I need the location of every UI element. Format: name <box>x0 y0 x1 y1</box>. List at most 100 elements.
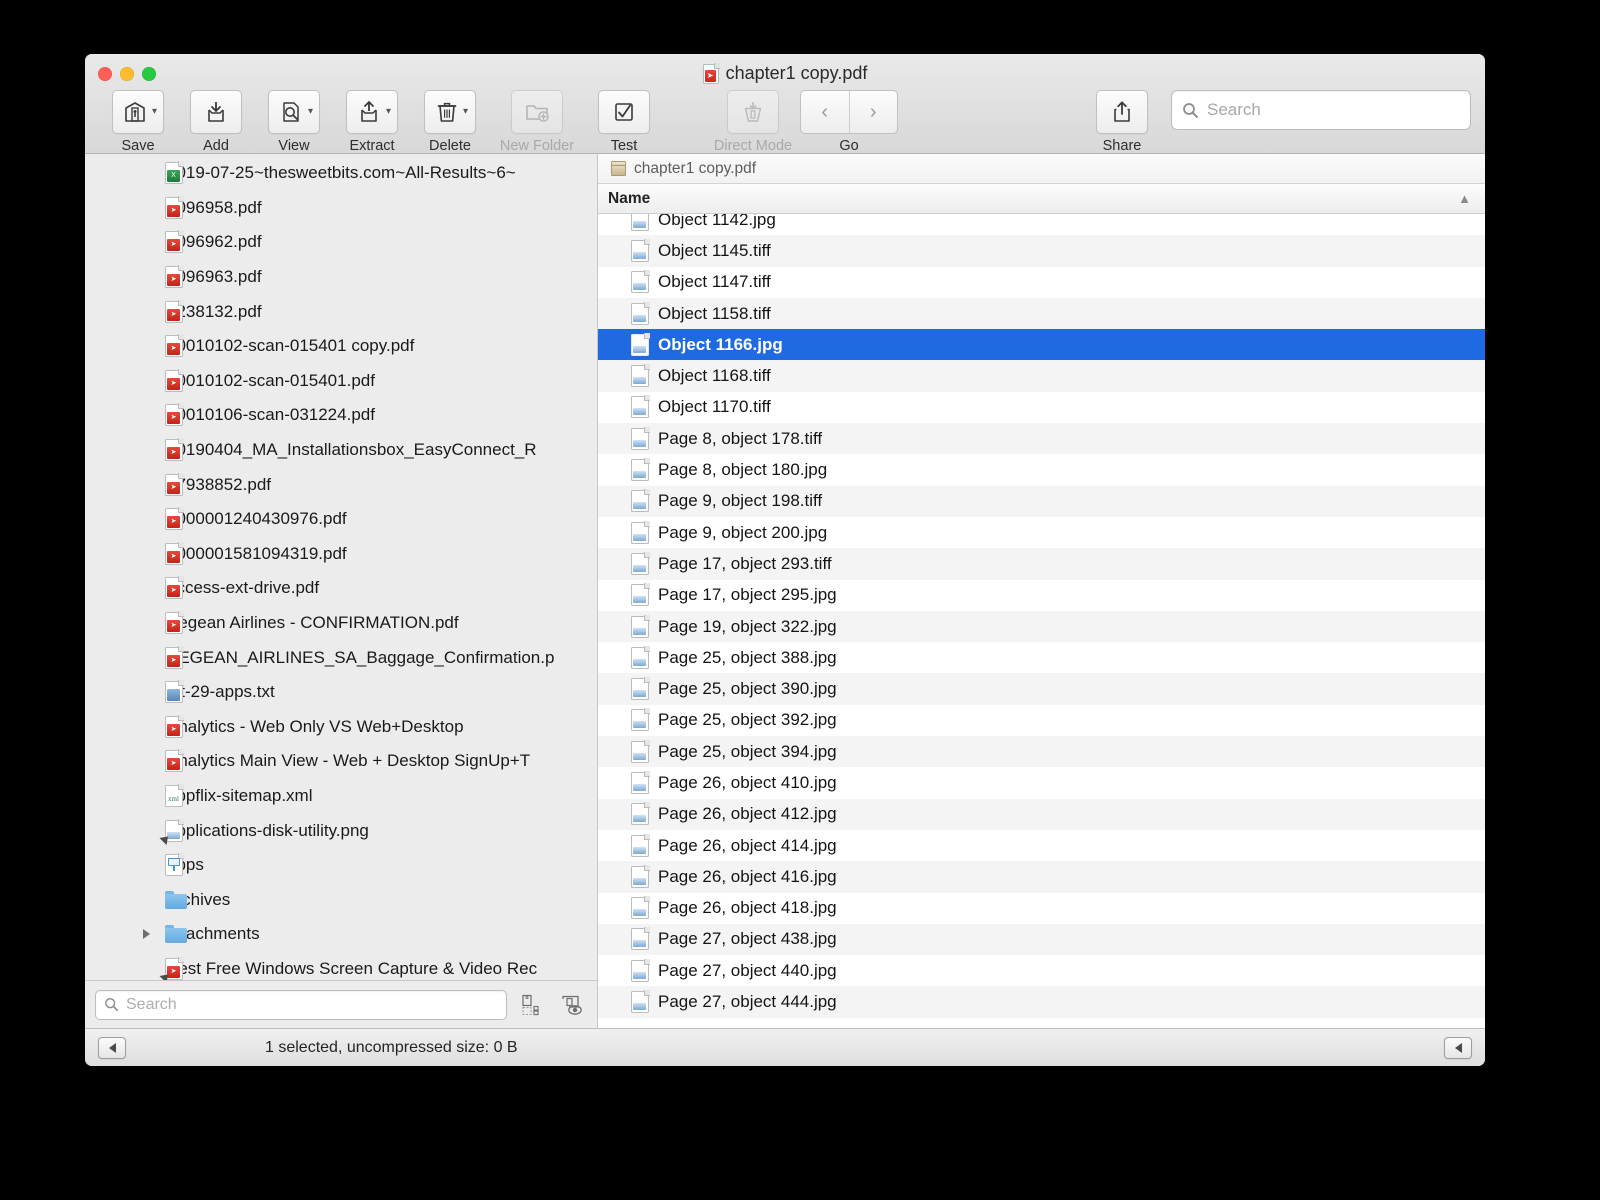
sidebar-search-input[interactable]: Search <box>95 989 507 1020</box>
archive-entry-row[interactable]: Page 19, object 322.jpg <box>598 610 1485 643</box>
toolbar-test[interactable]: Test <box>585 90 663 154</box>
file-browser-row[interactable]: ➤ 1096958.pdf <box>85 191 597 226</box>
file-browser-row[interactable]: ➤ 27938852.pdf <box>85 467 597 502</box>
file-browser-row[interactable]: apps <box>85 848 597 883</box>
archive-entry-row[interactable]: Page 26, object 418.jpg <box>598 893 1485 924</box>
archive-entry-row[interactable]: Page 25, object 390.jpg <box>598 673 1485 705</box>
archive-entry-row[interactable]: Page 9, object 200.jpg <box>598 517 1485 548</box>
toolbar-delete-label: Delete <box>429 138 471 154</box>
archive-entry-row[interactable]: Page 26, object 410.jpg <box>598 767 1485 798</box>
delete-button[interactable]: ▾ <box>424 90 476 134</box>
toolbar-extract-label: Extract <box>349 138 395 154</box>
file-browser-row-label: access-ext-drive.pdf <box>167 578 320 598</box>
file-browser-row[interactable]: ➤ 20010102-scan-015401 copy.pdf <box>85 329 597 364</box>
archive-layout-button[interactable] <box>517 990 547 1020</box>
collapse-right-pane-button[interactable] <box>1444 1036 1472 1059</box>
file-browser-row[interactable]: ➤ 20190404_MA_Installationsbox_EasyConnec… <box>85 433 597 468</box>
archive-entry-row[interactable]: Object 1145.tiff <box>598 235 1485 267</box>
go-forward-button[interactable]: › <box>850 91 898 133</box>
file-browser-row[interactable]: ➤ 1096963.pdf <box>85 260 597 295</box>
img-file-icon <box>631 990 650 1014</box>
file-browser-row[interactable]: ➤ 1238132.pdf <box>85 294 597 329</box>
archive-entry-row[interactable]: Page 27, object 438.jpg <box>598 923 1485 956</box>
file-browser-row[interactable]: ➤ Aegean Airlines - CONFIRMATION.pdf <box>85 606 597 641</box>
file-browser-row[interactable]: attachments <box>85 917 597 952</box>
file-browser-row-label: AEGEAN_AIRLINES_SA_Baggage_Confirmation.… <box>167 647 555 667</box>
file-browser-list[interactable]: X 2019-07-25~thesweetbits.com~All-Results… <box>85 154 597 980</box>
file-browser-row[interactable]: ➤ Analytics Main View - Web + Desktop Sig… <box>85 744 597 779</box>
share-icon <box>1114 101 1130 122</box>
save-button[interactable]: ▾ <box>111 90 165 134</box>
maximize-button[interactable] <box>142 67 156 81</box>
go-segmented-control[interactable]: ‹ › <box>800 90 898 134</box>
toolbar-go-label: Go <box>839 138 859 154</box>
close-button[interactable] <box>98 67 112 81</box>
disclosure-triangle-icon[interactable] <box>143 929 150 940</box>
add-button[interactable] <box>190 90 242 134</box>
toolbar-direct-mode[interactable]: Direct Mode <box>705 90 801 154</box>
archive-entry-row[interactable]: Object 1170.tiff <box>598 392 1485 423</box>
file-browser-row[interactable]: ➤ 1096962.pdf <box>85 225 597 260</box>
file-browser-row[interactable]: ➤ 0000001240430976.pdf <box>85 502 597 537</box>
archive-entry-row[interactable]: Page 26, object 416.jpg <box>598 861 1485 893</box>
extract-button[interactable]: ▾ <box>345 90 399 134</box>
toolbar-new-folder[interactable]: New Folder <box>489 90 585 154</box>
archive-entry-list[interactable]: Object 1142.jpg Object 1145.tiff Object 11… <box>598 214 1485 1028</box>
toolbar-delete[interactable]: ▾ Delete <box>411 90 489 154</box>
img-file-icon <box>631 270 650 294</box>
minimize-button[interactable] <box>120 67 134 81</box>
file-browser-row[interactable]: ➤ Analytics - Web Only VS Web+Desktop <box>85 710 597 745</box>
file-browser-row[interactable]: X 2019-07-25~thesweetbits.com~All-Results… <box>85 156 597 191</box>
toolbar-save[interactable]: ▾ Save <box>99 90 177 154</box>
img-file-icon <box>631 677 650 701</box>
archive-entry-row[interactable]: Object 1142.jpg <box>598 214 1485 235</box>
column-header-row[interactable]: Name ▲ <box>598 184 1485 214</box>
quick-look-icon <box>562 995 582 1015</box>
file-browser-row[interactable]: ➤ 20010102-scan-015401.pdf <box>85 364 597 399</box>
file-browser-row[interactable]: archives <box>85 882 597 917</box>
archive-entry-row[interactable]: Page 27, object 444.jpg <box>598 986 1485 1018</box>
img-file-icon <box>165 818 184 842</box>
file-browser-row[interactable]: ➤ 0000001581094319.pdf <box>85 537 597 572</box>
file-browser-row[interactable]: ➤ 20010106-scan-031224.pdf <box>85 398 597 433</box>
file-browser-row[interactable]: ➤ Best Free Windows Screen Capture & Vide… <box>85 952 597 980</box>
go-back-button[interactable]: ‹ <box>801 91 850 133</box>
direct-mode-button[interactable] <box>727 90 779 134</box>
toolbar-extract[interactable]: ▾ Extract <box>333 90 411 154</box>
archive-entry-row[interactable]: Object 1168.tiff <box>598 360 1485 392</box>
archive-entry-row[interactable]: Page 27, object 440.jpg <box>598 955 1485 986</box>
archive-entry-row[interactable]: Page 26, object 414.jpg <box>598 830 1485 861</box>
archive-entry-label: Page 8, object 178.tiff <box>658 428 823 448</box>
archive-entry-row[interactable]: Page 25, object 392.jpg <box>598 705 1485 736</box>
archive-entry-row[interactable]: Page 26, object 412.jpg <box>598 798 1485 830</box>
file-browser-row[interactable]: xml appflix-sitemap.xml <box>85 779 597 814</box>
toolbar-new-folder-label: New Folder <box>499 138 575 154</box>
archive-entry-row[interactable]: Page 17, object 293.tiff <box>598 548 1485 580</box>
file-browser-row[interactable]: ➤ access-ext-drive.pdf <box>85 571 597 606</box>
pdf-file-icon: ➤ <box>165 611 184 635</box>
toolbar-share[interactable]: Share <box>1083 90 1161 154</box>
file-browser-row[interactable]: ➤ AEGEAN_AIRLINES_SA_Baggage_Confirmation… <box>85 640 597 675</box>
view-button[interactable]: ▾ <box>267 90 321 134</box>
archive-entry-row[interactable]: Page 8, object 180.jpg <box>598 454 1485 485</box>
share-button[interactable] <box>1096 90 1148 134</box>
new-folder-button[interactable] <box>511 90 563 134</box>
column-header-name[interactable]: Name <box>608 190 650 208</box>
archive-entry-row[interactable]: Page 25, object 394.jpg <box>598 736 1485 768</box>
archive-entry-row[interactable]: Object 1147.tiff <box>598 267 1485 298</box>
test-button[interactable] <box>598 90 650 134</box>
archive-entry-row[interactable]: Page 9, object 198.tiff <box>598 485 1485 517</box>
file-browser-row[interactable]: alt-29-apps.txt <box>85 675 597 710</box>
collapse-left-pane-button[interactable] <box>98 1036 126 1059</box>
archive-entry-row[interactable]: Object 1158.tiff <box>598 297 1485 330</box>
archive-entry-row[interactable]: Page 17, object 295.jpg <box>598 580 1485 611</box>
breadcrumb[interactable]: chapter1 copy.pdf <box>598 154 1485 184</box>
toolbar-search-field[interactable]: Search <box>1171 90 1471 130</box>
archive-entry-row[interactable]: Object 1166.jpg <box>598 329 1485 361</box>
archive-entry-row[interactable]: Page 25, object 388.jpg <box>598 642 1485 673</box>
toolbar-view[interactable]: ▾ View <box>255 90 333 154</box>
quick-look-button[interactable] <box>557 990 587 1020</box>
archive-entry-row[interactable]: Page 8, object 178.tiff <box>598 423 1485 455</box>
file-browser-row[interactable]: applications-disk-utility.png <box>85 813 597 848</box>
toolbar-add[interactable]: Add <box>177 90 255 154</box>
